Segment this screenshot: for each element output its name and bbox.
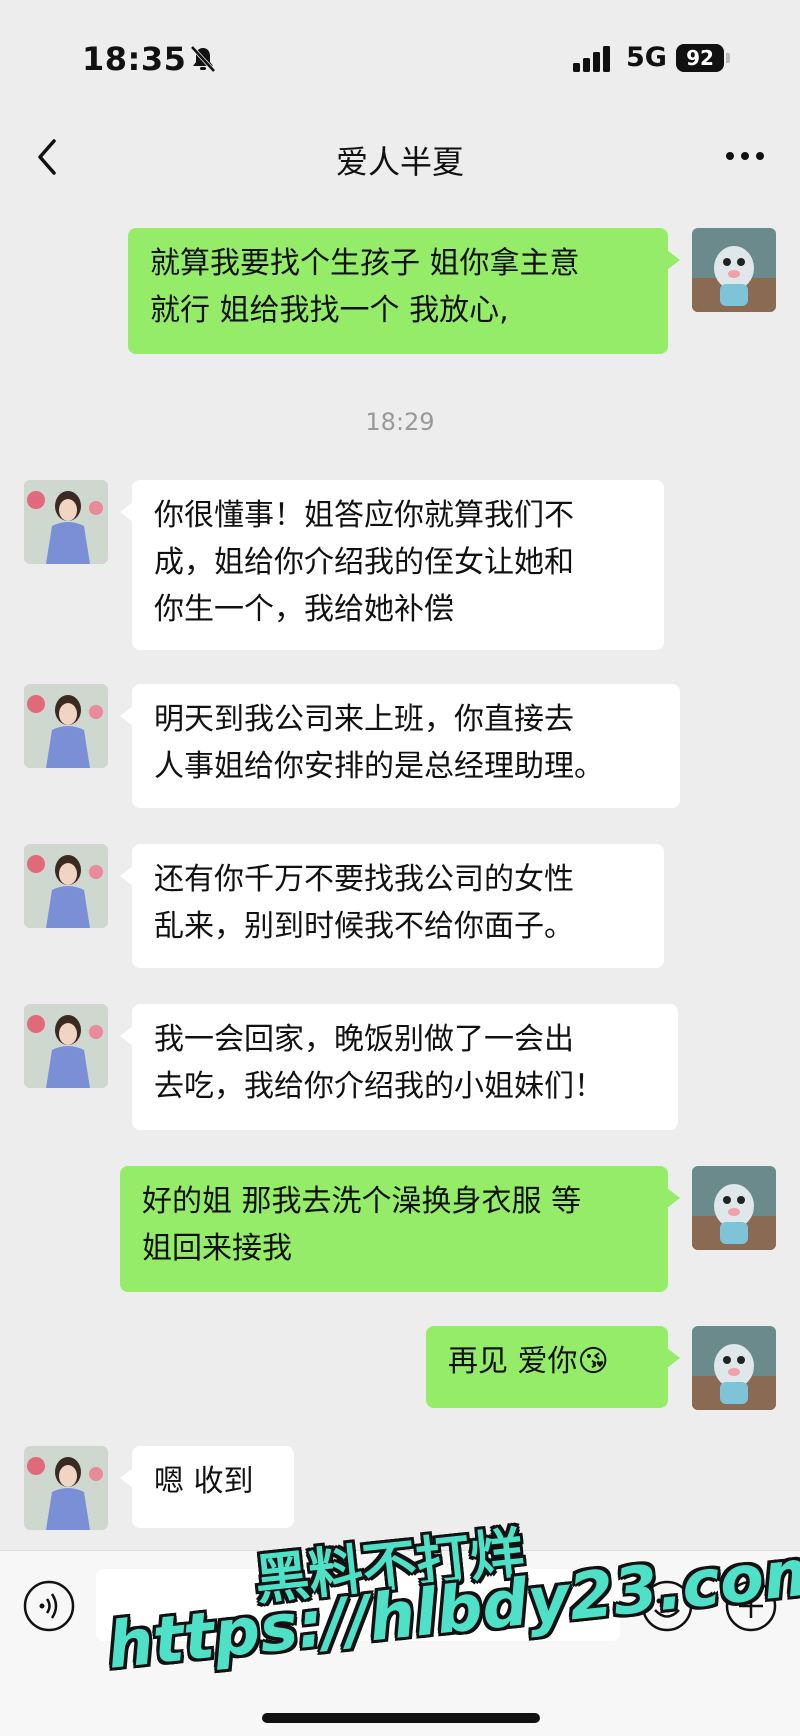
message-bubble-received[interactable]: 明天到我公司来上班，你直接去 人事姐给你安排的是总经理助理。 <box>120 684 680 808</box>
message-bubble-sent[interactable]: 再见 爱你😘 <box>426 1326 680 1408</box>
message-bubble-sent[interactable]: 好的姐 那我去洗个澡换身衣服 等 姐回来接我 <box>120 1166 680 1292</box>
message-line: 去吃，我给你介绍我的小姐妹们！ <box>154 1069 604 1104</box>
network-type: 5G <box>626 42 667 73</box>
message-line: 还有你千万不要找我公司的女性 <box>154 862 574 897</box>
my-avatar[interactable] <box>692 228 776 312</box>
voice-input-icon[interactable] <box>22 1579 76 1633</box>
message-bubble-received[interactable]: 我一会回家，晚饭别做了一会出 去吃，我给你介绍我的小姐妹们！ <box>120 1004 678 1130</box>
contact-avatar[interactable] <box>24 844 108 928</box>
message-line: 你生一个，我给她补偿 <box>154 592 454 627</box>
message-line: 就行 姐给我找一个 我放心, <box>150 293 509 328</box>
message-list[interactable]: 就算我要找个生孩子 姐你拿主意 就行 姐给我找一个 我放心, 18:29 你很懂… <box>0 200 800 1550</box>
message-timestamp: 18:29 <box>365 408 435 436</box>
message-line: 你很懂事！姐答应你就算我们不 <box>154 498 574 533</box>
message-line: 就算我要找个生孩子 姐你拿主意 <box>150 246 580 281</box>
bell-muted-icon <box>190 45 216 73</box>
contact-avatar[interactable] <box>24 684 108 768</box>
message-line: 再见 爱你😘 <box>448 1344 609 1379</box>
message-line: 我一会回家，晚饭别做了一会出 <box>154 1022 574 1057</box>
contact-avatar[interactable] <box>24 1446 108 1530</box>
signal-icon <box>573 46 610 72</box>
message-line: 姐回来接我 <box>142 1231 292 1266</box>
message-bubble-received[interactable]: 嗯 收到 <box>120 1446 294 1528</box>
message-line: 成，姐给你介绍我的侄女让她和 <box>154 545 574 580</box>
my-avatar[interactable] <box>692 1166 776 1250</box>
status-time: 18:35 <box>82 40 187 78</box>
battery-level: 92 <box>676 44 724 72</box>
message-bubble-received[interactable]: 还有你千万不要找我公司的女性 乱来，别到时候我不给你面子。 <box>120 844 664 968</box>
message-line: 人事姐给你安排的是总经理助理。 <box>154 749 604 784</box>
message-line: 好的姐 那我去洗个澡换身衣服 等 <box>142 1184 582 1219</box>
more-options-icon[interactable] <box>720 141 770 171</box>
message-bubble-received[interactable]: 你很懂事！姐答应你就算我们不 成，姐给你介绍我的侄女让她和 你生一个，我给她补偿 <box>120 480 664 650</box>
contact-avatar[interactable] <box>24 480 108 564</box>
contact-avatar[interactable] <box>24 1004 108 1088</box>
status-bar: 18:35 5G 92 <box>0 0 800 115</box>
chat-header: 爱人半夏 <box>0 115 800 200</box>
chat-title: 爱人半夏 <box>335 143 464 181</box>
home-indicator <box>262 1713 540 1723</box>
message-bubble-sent[interactable]: 就算我要找个生孩子 姐你拿主意 就行 姐给我找一个 我放心, <box>128 228 680 354</box>
battery-tip-icon <box>726 53 730 63</box>
message-line: 嗯 收到 <box>154 1464 254 1499</box>
my-avatar[interactable] <box>692 1326 776 1410</box>
message-line: 明天到我公司来上班，你直接去 <box>154 702 574 737</box>
message-line: 乱来，别到时候我不给你面子。 <box>154 909 574 944</box>
